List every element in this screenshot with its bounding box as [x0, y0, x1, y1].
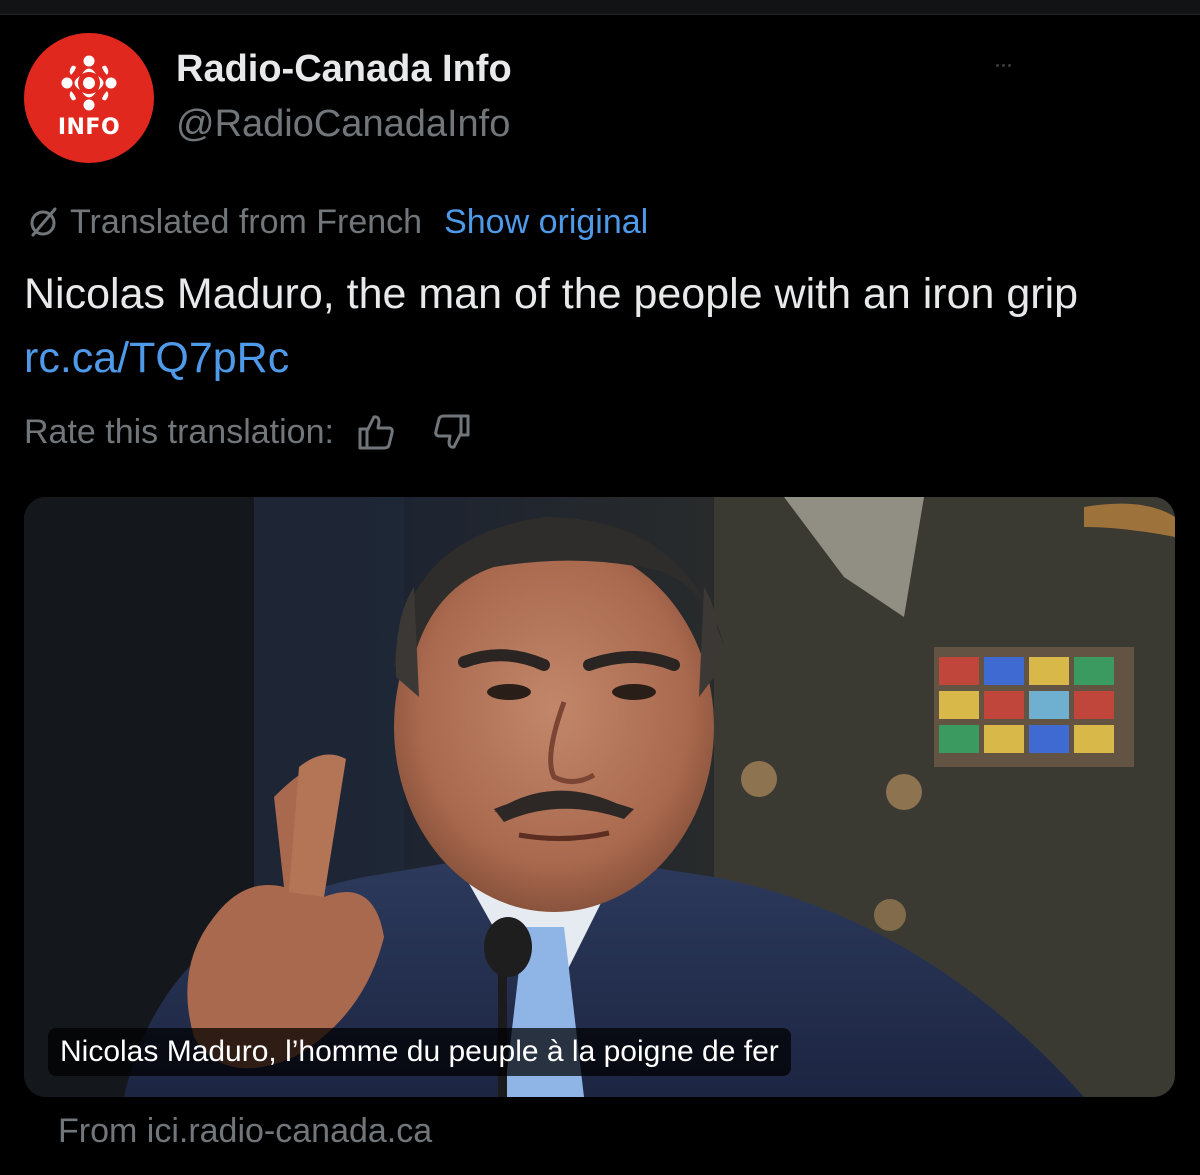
top-strip: [0, 0, 1200, 15]
translation-notice-row: Translated from French Show original: [24, 200, 648, 244]
translated-from-label: Translated from French: [70, 202, 423, 241]
card-source[interactable]: From ici.radio-canada.ca: [58, 1112, 432, 1151]
thumbs-up-icon[interactable]: [356, 412, 396, 452]
link-card[interactable]: Nicolas Maduro, l’homme du peuple à la p…: [24, 497, 1175, 1097]
globe-slash-icon: [30, 207, 57, 237]
tweet-body: Nicolas Maduro, the man of the people wi…: [24, 270, 1079, 318]
author-display-name[interactable]: Radio-Canada Info: [176, 48, 512, 91]
rate-translation-row: Rate this translation:: [24, 410, 508, 454]
tweet-link[interactable]: rc.ca/TQ7pRc: [24, 334, 289, 382]
radio-canada-logo-icon: [61, 55, 117, 111]
avatar[interactable]: INFO: [24, 33, 154, 163]
show-original-link[interactable]: Show original: [444, 203, 648, 242]
avatar-label: INFO: [57, 115, 121, 140]
article-photo: [24, 497, 1175, 1097]
author-handle[interactable]: @RadioCanadaInfo: [176, 103, 510, 146]
rate-translation-label: Rate this translation:: [24, 412, 334, 451]
card-caption: Nicolas Maduro, l’homme du peuple à la p…: [48, 1028, 791, 1076]
thumbs-down-icon[interactable]: [432, 412, 472, 452]
more-options-icon[interactable]: [996, 64, 1014, 68]
tweet-text: Nicolas Maduro, the man of the people wi…: [24, 262, 1174, 390]
